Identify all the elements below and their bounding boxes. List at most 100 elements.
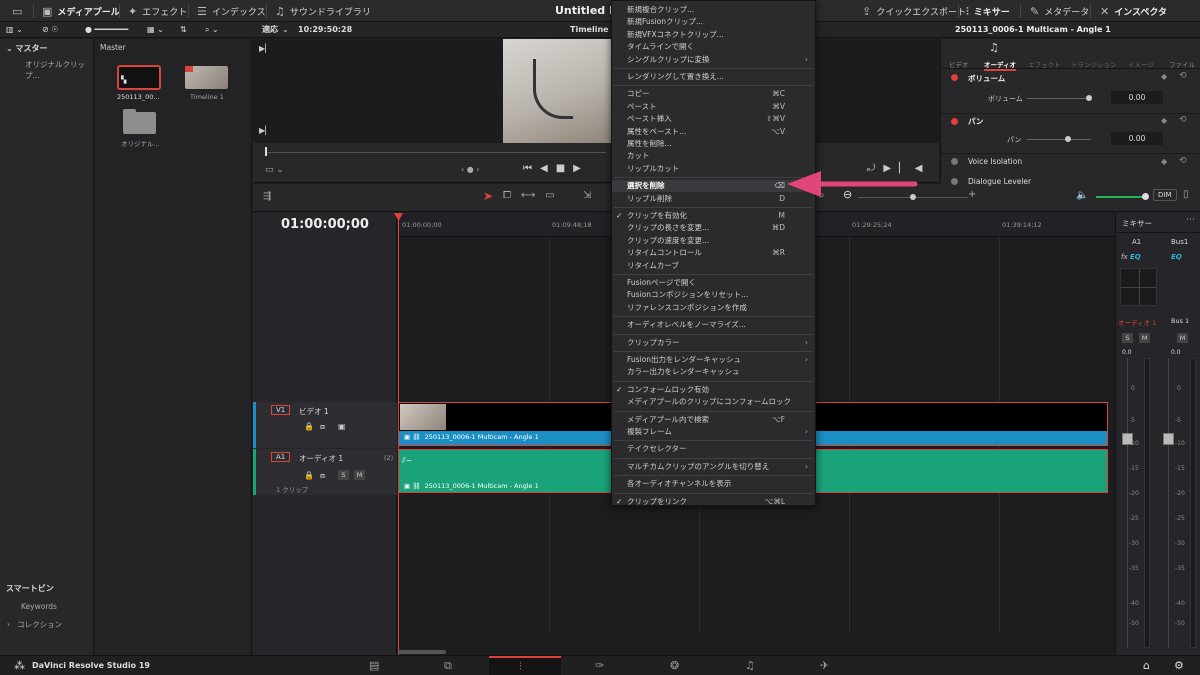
layout-icon[interactable]: ▥ ⌄ [6, 22, 23, 38]
menu-item[interactable]: Fusionコンポジションをリセット... [612, 289, 815, 301]
grid-view-icon[interactable]: ▦ ⌄ [147, 22, 164, 38]
home-icon[interactable]: ⌂ [1143, 659, 1150, 672]
folder-icon[interactable] [123, 109, 156, 134]
chevron-down-icon[interactable]: ⌄ [282, 22, 289, 38]
fit-dropdown[interactable]: 適応 [262, 22, 278, 38]
v1-badge[interactable]: V1 [271, 405, 291, 415]
lock-icon[interactable]: 🔒 [304, 471, 314, 480]
sound-library-button[interactable]: ♫ サウンドライブラリ [275, 0, 371, 22]
a1-badge[interactable]: A1 [271, 452, 291, 462]
timeline-thumbnail[interactable] [185, 66, 228, 89]
deliver-page-icon[interactable]: ✈ [820, 659, 829, 672]
mixer-button[interactable]: ⫶ ミキサー [966, 0, 1010, 22]
zoom-in-icon[interactable]: + [968, 189, 976, 200]
tab-audio[interactable]: オーディオ [984, 59, 1017, 71]
menu-item[interactable]: メディアプールのクリップにコンフォームロック [612, 396, 815, 408]
timeline-view-icon[interactable]: ⇶ [263, 191, 271, 202]
menu-item[interactable]: ペースト ⌘V [612, 101, 815, 113]
insert-icon[interactable]: ⇲ [583, 190, 591, 201]
timeline-scrollbar[interactable] [398, 650, 446, 654]
selection-tool-icon[interactable]: ➤ [483, 189, 493, 203]
dim-button[interactable]: DIM [1153, 189, 1177, 201]
pan-slider[interactable] [1027, 139, 1091, 140]
fx-button[interactable]: fx [1121, 253, 1128, 261]
smart-bin-keywords[interactable]: Keywords [21, 602, 57, 611]
viewer-options-icon[interactable]: ▭ ⌄ [265, 165, 284, 175]
eq-button[interactable]: EQ [1130, 253, 1141, 261]
menu-item[interactable]: 新規VFXコネクトクリップ... [612, 29, 815, 41]
quick-export-button[interactable]: ⇪ クイックエクスポート [862, 0, 966, 22]
menu-item[interactable]: シングルクリップに変換 › [612, 54, 815, 66]
voice-isolation-toggle[interactable] [951, 158, 958, 165]
media-pool-button[interactable]: ▣ メディアプール [42, 0, 120, 22]
bin-original-clips[interactable]: オリジナルクリップ... [25, 59, 93, 81]
menu-item[interactable]: テイクセレクター [612, 443, 815, 455]
solo-button[interactable]: S [338, 470, 349, 480]
pan-value[interactable]: 0.00 [1111, 132, 1163, 145]
scrub-playhead[interactable] [265, 147, 267, 156]
keyframe-icon[interactable]: ◆ [1161, 72, 1167, 81]
tab-transition[interactable]: トランジション [1071, 59, 1117, 69]
volume-section-header[interactable]: ボリューム ◆ ⟲ [941, 71, 1200, 85]
tab-effects[interactable]: エフェクト [1028, 59, 1061, 69]
smart-bin-collections[interactable]: › コレクション [7, 619, 62, 630]
inspector-button[interactable]: ✕ インスペクタ [1100, 0, 1167, 22]
speaker-icon[interactable]: 🔈 [1076, 190, 1088, 201]
auto-select-icon[interactable]: ⧈ [320, 422, 325, 432]
tab-file[interactable]: ファイル [1169, 59, 1195, 69]
more-options-icon[interactable]: ⋯ [1186, 215, 1195, 225]
menu-item[interactable]: カラー出力をレンダーキャッシュ [612, 366, 815, 378]
effects-button[interactable]: ✦ エフェクト [128, 0, 187, 22]
bus1-fader[interactable] [1163, 433, 1174, 445]
menu-item[interactable]: Fusion出力をレンダーキャッシュ › [612, 354, 815, 366]
reset-icon[interactable]: ⟲ [1179, 115, 1187, 125]
color-page-icon[interactable]: ❂ [670, 659, 679, 672]
menu-item[interactable]: カット [612, 150, 815, 162]
bus-mute-button[interactable]: M [1177, 333, 1188, 343]
menu-item[interactable]: Fusionページで開く [612, 277, 815, 289]
playhead[interactable] [398, 213, 399, 655]
reset-icon[interactable]: ⟲ [1179, 71, 1187, 81]
pan-puck[interactable] [1120, 268, 1157, 306]
tab-video[interactable]: ビデオ [949, 59, 969, 69]
fusion-page-icon[interactable]: ✑ [595, 659, 604, 672]
menu-item[interactable]: クリップの速度を変更... [612, 235, 815, 247]
menu-item[interactable]: 各オーディオチャンネルを表示 [612, 478, 815, 490]
sort-icon[interactable]: ⇅ [180, 22, 187, 38]
jog-control[interactable]: ‹ ● › [461, 165, 479, 174]
volume-value[interactable]: 0.00 [1111, 91, 1163, 104]
prev-clip-icon[interactable]: ▶▏ [259, 44, 271, 53]
menu-item[interactable]: クリップカラー › [612, 337, 815, 349]
menu-item[interactable]: ペースト挿入 ⇧⌘V [612, 113, 815, 125]
monitor-icon[interactable]: ▭ [12, 0, 22, 22]
menu-item[interactable]: ✓ コンフォームロック有効 [612, 384, 815, 396]
tab-image[interactable]: イメージ [1128, 59, 1154, 69]
settings-gear-icon[interactable]: ⚙ [1174, 659, 1184, 672]
volume-slider[interactable] [1027, 98, 1091, 99]
menu-item[interactable]: オーディオレベルをノーマライズ... [612, 319, 815, 331]
master-volume-slider[interactable] [1096, 196, 1146, 198]
menu-item[interactable]: 属性をペースト... ⌥V [612, 126, 815, 138]
transport-controls[interactable]: ⏮◀■▶ [523, 163, 589, 174]
media-page-icon[interactable]: ▤ [369, 659, 379, 672]
menu-item[interactable]: メディアプール内で検索 ⌥F [612, 414, 815, 426]
menu-item[interactable]: ✓ クリップをリンク ⌥⌘L [612, 496, 815, 508]
fairlight-page-icon[interactable]: ♫ [745, 659, 755, 672]
mixer-route-a1[interactable]: オーディオ 1 [1118, 317, 1156, 327]
menu-item[interactable]: レンダリングして置き換え... [612, 71, 815, 83]
menu-item[interactable]: コピー ⌘C [612, 88, 815, 100]
mute-button[interactable]: M [354, 470, 365, 480]
menu-item[interactable]: リタイムコントロール ⌘R [612, 247, 815, 259]
menu-item[interactable]: 属性を削除... [612, 138, 815, 150]
auto-select-icon[interactable]: ⧈ [320, 471, 325, 481]
edit-page-tab[interactable]: ⫶ [489, 656, 561, 675]
track-disable-icon[interactable]: ▣ [338, 422, 346, 431]
menu-item[interactable]: ✓ クリップを有効化 M [612, 210, 815, 222]
reset-icon[interactable]: ⟲ [1179, 156, 1187, 166]
mixer-mute-button[interactable]: M [1139, 333, 1150, 343]
cut-page-icon[interactable]: ⧉ [444, 659, 452, 673]
volume-enable-toggle[interactable] [951, 74, 958, 81]
mixer-solo-button[interactable]: S [1122, 333, 1133, 343]
mixer-route-bus1[interactable]: Bus 1 [1171, 317, 1189, 325]
lock-icon[interactable]: 🔒 [304, 422, 314, 431]
